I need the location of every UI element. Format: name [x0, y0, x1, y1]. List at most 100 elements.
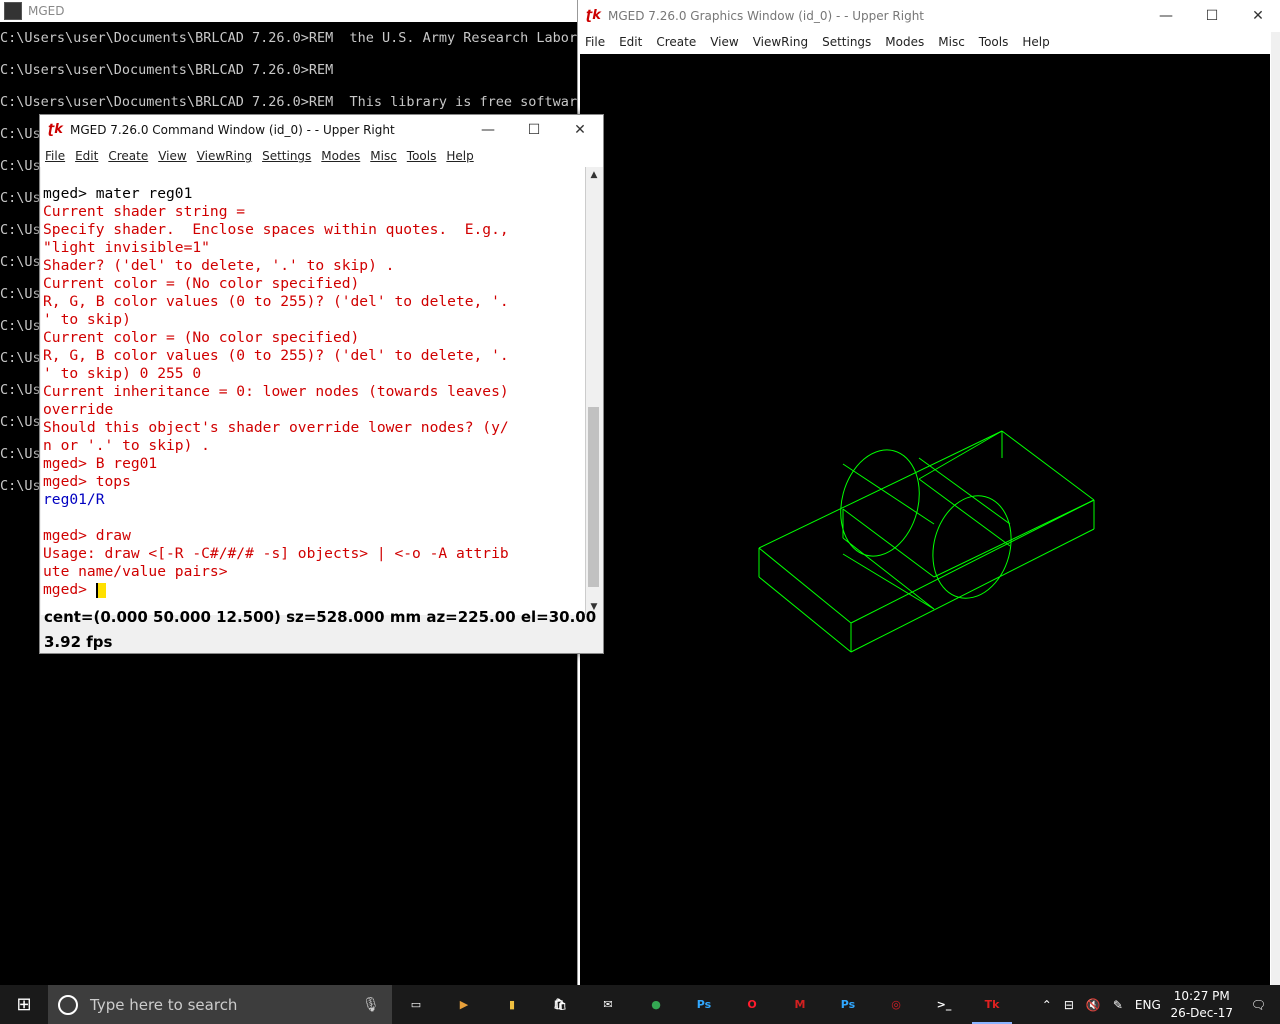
opera-button[interactable]: O — [728, 985, 776, 1024]
close-icon[interactable]: ✕ — [557, 122, 603, 138]
photoshop-button[interactable]: Ps — [680, 985, 728, 1024]
chevron-up-icon[interactable]: ⌃ — [1036, 998, 1058, 1012]
menu-modes[interactable]: Modes — [878, 35, 931, 49]
menu-viewring[interactable]: ViewRing — [192, 149, 257, 163]
menu-modes[interactable]: Modes — [316, 149, 365, 163]
console-icon: >_ — [936, 998, 952, 1011]
wire-cylinder-end — [840, 449, 920, 557]
wire-cylinder-edge — [842, 553, 935, 610]
network-icon[interactable]: ⊟ — [1058, 998, 1080, 1012]
menu-view[interactable]: View — [703, 35, 745, 49]
maximize-icon[interactable]: ☐ — [511, 122, 557, 138]
photoshop-2-button[interactable]: Ps — [824, 985, 872, 1024]
command-scrollbar[interactable]: ▲ ▼ — [585, 167, 602, 615]
wire-edge — [918, 430, 1003, 480]
m-app-button[interactable]: M — [776, 985, 824, 1024]
output-line: ' to skip) 0 255 0 — [43, 365, 202, 382]
text-cursor — [95, 582, 106, 598]
wire-edge — [842, 508, 935, 578]
file-explorer-button[interactable]: ▮ — [488, 985, 536, 1024]
wireframe-view — [758, 430, 1095, 653]
microphone-icon[interactable]: 🎙 — [362, 997, 392, 1013]
notifications-icon[interactable]: 🗨 — [1237, 998, 1280, 1012]
wire-cylinder-edge — [918, 457, 1011, 525]
minimize-icon[interactable]: — — [465, 122, 511, 138]
chrome-button[interactable]: ● — [632, 985, 680, 1024]
tk-feather-icon: ʈk — [48, 122, 63, 137]
photoshop-2-icon: Ps — [840, 998, 856, 1011]
output-line: mged> tops — [43, 473, 131, 490]
command-menubar: File Edit Create View ViewRing Settings Modes M… — [40, 145, 603, 167]
graphics-scrollbar[interactable] — [1271, 32, 1280, 985]
clock-time: 10:27 PM — [1173, 988, 1230, 1003]
scroll-thumb[interactable] — [588, 407, 599, 587]
output-line: Specify shader. Enclose spaces within qu… — [43, 221, 509, 238]
output-line: ' to skip) — [43, 311, 131, 328]
menu-misc[interactable]: Misc — [365, 149, 402, 163]
menu-help[interactable]: Help — [441, 149, 478, 163]
menu-edit[interactable]: Edit — [612, 35, 649, 49]
volume-muted-icon[interactable]: 🔇 — [1080, 998, 1107, 1012]
store-button[interactable]: 🛍 — [536, 985, 584, 1024]
creative-cloud-button[interactable]: ◎ — [872, 985, 920, 1024]
file-explorer-icon: ▮ — [508, 998, 516, 1011]
scroll-up-icon[interactable]: ▲ — [586, 167, 602, 183]
command-title: MGED 7.26.0 Command Window (id_0) - - Up… — [70, 123, 395, 137]
console-app-icon — [4, 2, 22, 20]
start-button[interactable]: ⊞ — [0, 985, 48, 1024]
menu-misc[interactable]: Misc — [931, 35, 972, 49]
output-line: mged> draw — [43, 527, 131, 544]
output-line: Current color = (No color specified) — [43, 275, 360, 292]
cortana-icon — [58, 994, 78, 1015]
wire-edge — [758, 430, 1003, 549]
mail-button[interactable]: ✉ — [584, 985, 632, 1024]
menu-tools[interactable]: Tools — [972, 35, 1016, 49]
view-parameters: cent=(0.000 50.000 12.500) sz=528.000 mm… — [44, 608, 600, 626]
wire-cylinder-edge — [842, 463, 935, 525]
menu-help[interactable]: Help — [1015, 35, 1056, 49]
console-line: C:\Users\user\Documents\BRLCAD 7.26.0>RE… — [0, 62, 334, 78]
mged-tk-button[interactable]: Tk — [968, 985, 1016, 1024]
command-window: ʈk MGED 7.26.0 Command Window (id_0) - -… — [39, 114, 604, 654]
minimize-icon[interactable]: — — [1143, 8, 1189, 24]
console-titlebar: MGED — [0, 0, 580, 22]
menu-view[interactable]: View — [153, 149, 191, 163]
menu-settings[interactable]: Settings — [257, 149, 316, 163]
clock[interactable]: 10:27 PM 26-Dec-17 — [1167, 988, 1237, 1022]
menu-settings[interactable]: Settings — [815, 35, 878, 49]
prompt: mged> — [43, 581, 96, 598]
graphics-canvas[interactable] — [580, 54, 1270, 985]
store-icon: 🛍 — [553, 998, 567, 1011]
console-title: MGED — [28, 4, 65, 18]
menu-file[interactable]: File — [578, 35, 612, 49]
wire-edge — [758, 547, 852, 624]
media-player-icon: ▶ — [459, 998, 469, 1011]
menu-create[interactable]: Create — [103, 149, 153, 163]
pen-icon[interactable]: ✎ — [1107, 998, 1129, 1012]
console-button[interactable]: >_ — [920, 985, 968, 1024]
menu-file[interactable]: File — [40, 149, 70, 163]
media-player-button[interactable]: ▶ — [440, 985, 488, 1024]
menu-edit[interactable]: Edit — [70, 149, 103, 163]
command-output[interactable]: mged> mater reg01 Current shader string =… — [41, 167, 585, 615]
wire-edge — [758, 576, 852, 653]
search-box[interactable]: Type here to search 🎙 — [48, 985, 392, 1024]
close-icon[interactable]: ✕ — [1235, 8, 1280, 24]
output-line: mged> B reg01 — [43, 455, 158, 472]
menu-create[interactable]: Create — [649, 35, 703, 49]
prompt-line[interactable]: mged> — [43, 581, 585, 599]
output-line: Should this object's shader override low… — [43, 419, 509, 436]
output-line: override — [43, 401, 114, 418]
clock-date: 26-Dec-17 — [1170, 1005, 1233, 1020]
maximize-icon[interactable]: ☐ — [1189, 8, 1235, 24]
search-placeholder: Type here to search — [90, 995, 238, 1014]
menu-viewring[interactable]: ViewRing — [746, 35, 815, 49]
mail-icon: ✉ — [603, 998, 613, 1011]
task-view-button[interactable]: ▭ — [392, 985, 440, 1024]
fps-readout: 3.92 fps — [44, 633, 113, 651]
graphics-menubar: File Edit Create View ViewRing Settings Modes M… — [578, 32, 1280, 52]
output-line: ute name/value pairs> — [43, 563, 228, 580]
language-indicator[interactable]: ENG — [1129, 998, 1167, 1012]
menu-tools[interactable]: Tools — [402, 149, 442, 163]
